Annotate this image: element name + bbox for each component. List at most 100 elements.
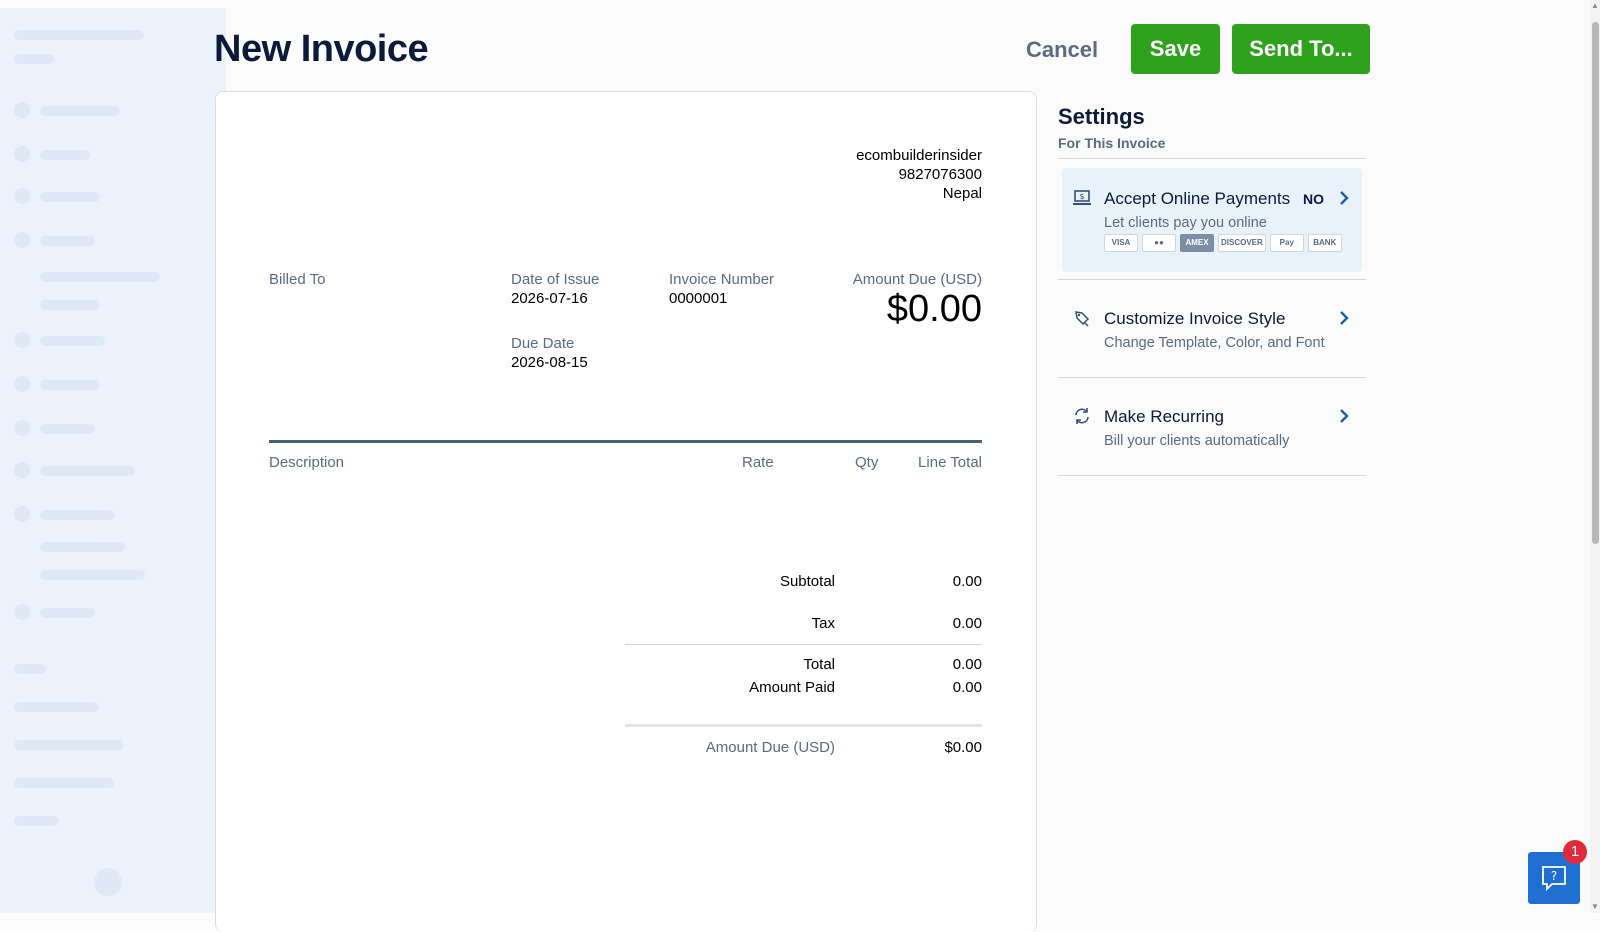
date-of-issue-label: Date of Issue bbox=[511, 271, 600, 288]
sidebar bbox=[0, 8, 226, 913]
settings-subtitle: For This Invoice bbox=[1058, 135, 1166, 151]
subtotal-value: 0.00 bbox=[952, 573, 982, 590]
settings-title: Settings bbox=[1058, 104, 1145, 129]
settings-divider bbox=[1058, 279, 1366, 280]
sidebar-ghost-icon bbox=[94, 868, 122, 896]
total-label: Total bbox=[803, 656, 835, 673]
page-scrollbar[interactable]: ▲ ▼ bbox=[1590, 0, 1600, 913]
sidebar-ghost-line bbox=[40, 236, 95, 246]
sidebar-ghost-line bbox=[40, 272, 160, 282]
column-description: Description bbox=[269, 454, 345, 471]
recurring-icon bbox=[1075, 408, 1089, 424]
sidebar-ghost-icon bbox=[14, 604, 30, 620]
brush-icon bbox=[1075, 311, 1090, 327]
page-title: New Invoice bbox=[214, 28, 429, 70]
scroll-up-arrow[interactable]: ▲ bbox=[1591, 2, 1599, 10]
scroll-down-arrow[interactable]: ▼ bbox=[1591, 903, 1599, 911]
save-button[interactable]: Save bbox=[1131, 24, 1220, 74]
make-recurring-desc: Bill your clients automatically bbox=[1104, 433, 1290, 449]
sidebar-ghost-line bbox=[14, 30, 144, 40]
sidebar-ghost-line bbox=[40, 510, 115, 520]
mastercard-logo: ●● bbox=[1142, 234, 1176, 252]
amount-due-label: Amount Due (USD) bbox=[852, 271, 982, 288]
visa-logo: VISA bbox=[1104, 234, 1138, 252]
sidebar-ghost-line bbox=[14, 54, 54, 64]
bank-logo: BANK bbox=[1307, 234, 1342, 252]
due-date-value: 2026-08-15 bbox=[511, 354, 588, 371]
invoice-number-value: 0000001 bbox=[669, 290, 728, 307]
customize-invoice-style-desc: Change Template, Color, and Font bbox=[1104, 335, 1325, 351]
card-logos: VISA ●● AMEX DISCOVER Pay BANK bbox=[1104, 234, 1342, 252]
line-items-divider bbox=[269, 440, 982, 443]
chevron-right-icon bbox=[1340, 191, 1349, 205]
sidebar-ghost-line bbox=[40, 466, 135, 476]
sidebar-ghost-icon bbox=[14, 376, 30, 392]
settings-divider bbox=[1058, 475, 1366, 476]
amount-due-divider bbox=[625, 724, 982, 727]
settings-divider bbox=[1058, 158, 1366, 159]
settings-panel: Settings For This Invoice bbox=[1058, 104, 1366, 151]
sidebar-ghost-line bbox=[40, 380, 100, 390]
sidebar-ghost-line bbox=[14, 816, 59, 826]
sidebar-ghost-line bbox=[40, 608, 95, 618]
sidebar-ghost-icon bbox=[14, 188, 30, 204]
settings-divider bbox=[1058, 377, 1366, 378]
tax-label: Tax bbox=[811, 615, 835, 632]
sidebar-ghost-line bbox=[14, 664, 46, 674]
column-line-total: Line Total bbox=[918, 454, 982, 471]
make-recurring-item[interactable]: Make Recurring Bill your clients automat… bbox=[1062, 388, 1362, 474]
sidebar-ghost-line bbox=[40, 300, 100, 310]
date-of-issue-value: 2026-07-16 bbox=[511, 290, 588, 307]
sidebar-ghost-line bbox=[14, 778, 114, 788]
sidebar-ghost-line bbox=[40, 336, 105, 346]
chevron-right-icon bbox=[1340, 409, 1349, 423]
sidebar-ghost-line bbox=[40, 192, 100, 202]
sidebar-ghost-icon bbox=[14, 420, 30, 436]
date-of-issue-field[interactable]: Date of Issue 2026-07-16 bbox=[511, 271, 599, 307]
company-info[interactable]: ecombuilderinsider 9827076300 Nepal bbox=[856, 146, 982, 203]
billed-to-label[interactable]: Billed To bbox=[269, 271, 325, 288]
sidebar-ghost-icon bbox=[14, 506, 30, 522]
accept-online-payments-title: Accept Online Payments bbox=[1104, 189, 1291, 208]
chevron-right-icon bbox=[1340, 311, 1349, 325]
customize-invoice-style-title: Customize Invoice Style bbox=[1104, 309, 1286, 328]
customize-invoice-style-item[interactable]: Customize Invoice Style Change Template,… bbox=[1062, 290, 1362, 376]
send-to-button[interactable]: Send To... bbox=[1232, 24, 1370, 74]
make-recurring-title: Make Recurring bbox=[1104, 407, 1224, 426]
due-date-field[interactable]: Due Date 2026-08-15 bbox=[511, 335, 588, 371]
help-chat-icon: ? bbox=[1542, 866, 1566, 892]
discover-logo: DISCOVER bbox=[1218, 234, 1266, 252]
company-phone: 9827076300 bbox=[898, 166, 982, 183]
scrollbar-thumb[interactable] bbox=[1592, 22, 1599, 544]
sidebar-ghost-line bbox=[40, 150, 90, 160]
sidebar-ghost-line bbox=[40, 424, 95, 434]
column-rate: Rate bbox=[742, 454, 774, 471]
amount-due-footer-value: $0.00 bbox=[944, 739, 982, 756]
invoice-number-field[interactable]: Invoice Number 0000001 bbox=[669, 271, 774, 307]
sidebar-ghost-line bbox=[14, 702, 99, 712]
amount-paid-label: Amount Paid bbox=[749, 679, 835, 696]
totals-divider bbox=[625, 644, 982, 645]
laptop-dollar-icon: $ bbox=[1073, 190, 1091, 205]
svg-text:$: $ bbox=[1079, 192, 1084, 201]
sidebar-ghost-line bbox=[40, 542, 125, 552]
amount-due-header: Amount Due (USD) $0.00 bbox=[853, 271, 982, 331]
company-country: Nepal bbox=[942, 185, 982, 202]
sidebar-ghost-line bbox=[40, 570, 145, 580]
sidebar-ghost-icon bbox=[14, 332, 30, 348]
notification-badge: 1 bbox=[1563, 840, 1587, 864]
tax-value: 0.00 bbox=[952, 615, 982, 632]
amount-due-footer-label: Amount Due (USD) bbox=[705, 739, 835, 756]
cancel-button[interactable]: Cancel bbox=[1010, 26, 1114, 74]
accept-online-payments-item[interactable]: $ Accept Online Payments NO Let clients … bbox=[1062, 168, 1362, 272]
amount-paid-value: 0.00 bbox=[952, 679, 982, 696]
online-payments-status: NO bbox=[1303, 191, 1324, 207]
sidebar-ghost-icon bbox=[14, 102, 30, 118]
amex-logo: AMEX bbox=[1180, 234, 1214, 252]
sidebar-ghost-icon bbox=[14, 232, 30, 248]
column-qty: Qty bbox=[855, 454, 879, 471]
invoice-number-label: Invoice Number bbox=[669, 271, 775, 288]
invoice-preview: ecombuilderinsider 9827076300 Nepal Bill… bbox=[215, 91, 1037, 932]
total-value: 0.00 bbox=[952, 656, 982, 673]
accept-online-payments-desc: Let clients pay you online bbox=[1104, 215, 1267, 231]
